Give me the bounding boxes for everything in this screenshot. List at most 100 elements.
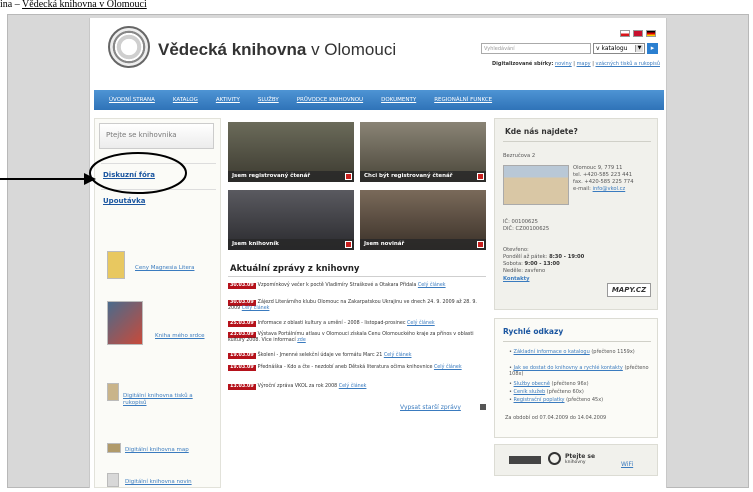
caption-prefix: ina – xyxy=(0,0,23,10)
contact-dic: DIČ: CZ00100625 xyxy=(503,226,550,232)
contact-email: e-mail: info@vkol.cz xyxy=(573,186,626,192)
library-homepage: Vědecká knihovna v Olomouci Vyhledávání … xyxy=(89,18,667,488)
quick-link-item: • Služby obecně (přečteno 96x) xyxy=(509,381,589,387)
arrow-icon[interactable] xyxy=(480,404,486,410)
quick-link[interactable]: Služby obecně xyxy=(514,381,550,387)
contact-ic: IČ: 00100625 xyxy=(503,219,538,225)
nav-item-pruvodce[interactable]: PRŮVODCE KNIHOVNOU xyxy=(288,97,372,103)
news-item: 30.03.09 Vzpomínkový večer k poctě Vladim… xyxy=(228,283,446,289)
sidebar-item-mapy[interactable]: Digitální knihovna map xyxy=(125,447,189,453)
news-link[interactable]: Celý článek xyxy=(407,321,435,326)
quick-link-item: • Ceník služeb (přečteno 60x) xyxy=(509,389,584,395)
quick-link[interactable]: Jak se dostat do knihovny a rychlé konta… xyxy=(514,365,623,371)
contact-street: Bezručova 2 xyxy=(503,153,536,159)
mapy-cz-badge[interactable]: MAPY.CZ xyxy=(607,283,651,297)
nav-item-regionalni[interactable]: REGIONÁLNÍ FUNKCE xyxy=(425,97,501,103)
quick-link-item: • Registrační poplatky (přečteno 45x) xyxy=(509,397,604,403)
nav-item-aktivity[interactable]: AKTIVITY xyxy=(207,97,249,103)
email-link[interactable]: info@vkol.cz xyxy=(593,186,626,192)
digi-link-noviny[interactable]: noviny xyxy=(555,61,572,67)
quick-link[interactable]: Ceník služeb xyxy=(514,389,546,395)
main-navigation: ÚVODNÍ STRANA KATALOG AKTIVITY SLUŽBY PR… xyxy=(94,90,664,110)
nav-item-dokumenty[interactable]: DOKUMENTY xyxy=(372,97,425,103)
contact-tel: tel. +420-585 223 441 xyxy=(573,172,633,178)
arrow-icon[interactable] xyxy=(477,241,484,248)
knihovny-label: knihovny xyxy=(565,460,586,465)
news-link[interactable]: zde xyxy=(297,338,306,343)
document-caption: ina – Vědecká knihovna v Olomouci xyxy=(0,0,753,10)
news-item: 23.03.09 Výstava Portálnímu atlasu v Olom… xyxy=(228,332,474,343)
arrow-icon[interactable] xyxy=(345,173,352,180)
site-name[interactable]: Vědecká knihovna v Olomouci xyxy=(158,40,396,60)
divider xyxy=(503,141,651,142)
kniha-srdce-thumbnail[interactable] xyxy=(107,301,143,345)
divider xyxy=(101,163,216,164)
digitized-collections: Digitalizované sbírky: noviny | mapy | v… xyxy=(492,61,660,67)
opening-weekdays: Pondělí až pátek: 8:30 - 19:00 xyxy=(503,254,585,260)
older-news-link[interactable]: Vypsat starší zprávy xyxy=(400,404,461,411)
nav-item-sluzby[interactable]: SLUŽBY xyxy=(249,97,288,103)
news-link[interactable]: Celý článek xyxy=(242,306,270,311)
contact-fax: fax. +420-585 225 774 xyxy=(573,179,634,185)
news-link[interactable]: Celý článek xyxy=(384,353,412,358)
library-building-photo xyxy=(503,165,569,205)
sidebar-item-tisky[interactable]: Digitální knihovna tisků a rukopisů xyxy=(123,393,215,407)
photo-librarian[interactable]: Jsem knihovník xyxy=(228,190,354,250)
quick-links-box: Rychlé odkazy • Základní informace o kat… xyxy=(494,318,658,438)
news-item: 25.03.09 Informace z oblasti kultury a um… xyxy=(228,321,435,327)
search-go-button[interactable]: ▸ xyxy=(647,43,658,54)
news-link[interactable]: Celý článek xyxy=(434,365,462,370)
german-flag-icon[interactable] xyxy=(646,30,656,37)
sidebar-item-magnesia[interactable]: Ceny Magnesia Litera xyxy=(135,265,194,271)
arrow-icon[interactable] xyxy=(345,241,352,248)
news-item: 19.03.09 Školení - Jmenné selekční údaje … xyxy=(228,353,412,359)
nav-item-uvodni[interactable]: ÚVODNÍ STRANA xyxy=(100,97,164,103)
divider xyxy=(228,276,486,277)
ptejte-label[interactable]: Ptejte se xyxy=(565,453,595,460)
caption-underlined: Vědecká knihovna v Olomouci xyxy=(22,0,147,10)
tisky-thumbnail[interactable] xyxy=(107,383,119,401)
library-logo-icon[interactable] xyxy=(108,26,150,68)
chevron-down-icon[interactable]: ▼ xyxy=(635,45,643,52)
quick-link-item: • Základní informace o katalogu (přečten… xyxy=(509,349,635,355)
right-sidebar: Kde nás najdete? Bezručova 2 Olomouc 9, … xyxy=(494,118,658,488)
photo-journalist[interactable]: Jsem novinář xyxy=(360,190,486,250)
photo-want-register[interactable]: Chci být registrovaný čtenář xyxy=(360,122,486,182)
magnesia-litera-thumbnail[interactable] xyxy=(107,251,125,279)
search-scope-select[interactable]: v katalogu ▼ xyxy=(593,43,645,54)
upoutavka-heading[interactable]: Upoutávka xyxy=(103,197,146,205)
opening-saturday: Sobota: 9:00 - 13:00 xyxy=(503,261,560,267)
news-item: 30.03.09 Zájezd Literárního klubu Olomouc… xyxy=(228,300,477,311)
contacts-link[interactable]: Kontakty xyxy=(503,276,529,283)
arrow-icon[interactable] xyxy=(477,173,484,180)
digi-link-mapy[interactable]: mapy xyxy=(577,61,591,67)
noviny-thumbnail[interactable] xyxy=(107,473,119,487)
english-flag-icon[interactable] xyxy=(633,30,643,37)
contact-city: Olomouc 9, 779 11 xyxy=(573,165,623,171)
search-input[interactable]: Vyhledávání xyxy=(481,43,591,54)
forum-link[interactable]: Diskuzní fóra xyxy=(103,171,155,179)
news-link[interactable]: Celý článek xyxy=(418,283,446,288)
sidebar-item-noviny[interactable]: Digitální knihovna novin xyxy=(125,479,192,485)
main-content: Jsem registrovaný čtenář Chci být regist… xyxy=(228,118,488,488)
digi-link-tisky[interactable]: vzácných tisků a rukopisů xyxy=(596,61,660,67)
left-sidebar: Ptejte se knihovnika Diskuzní fóra Upout… xyxy=(94,118,221,488)
photo-caption: Chci být registrovaný čtenář xyxy=(360,171,486,182)
sidebar-item-kniha-srdce[interactable]: Kniha mého srdce xyxy=(155,333,205,339)
divider xyxy=(503,341,651,342)
quick-link[interactable]: Základní informace o katalogu xyxy=(514,349,590,355)
quick-link-item: • Jak se dostat do knihovny a rychlé kon… xyxy=(509,365,649,377)
opening-sunday: Neděle: zavřeno xyxy=(503,268,546,274)
news-link[interactable]: Celý článek xyxy=(339,384,367,389)
ptejte-logo-icon xyxy=(548,452,561,465)
quick-link[interactable]: Registrační poplatky xyxy=(514,397,565,403)
ask-librarian-box[interactable]: Ptejte se knihovnika xyxy=(99,123,214,149)
divider xyxy=(101,189,216,190)
czech-flag-icon[interactable] xyxy=(620,30,630,37)
wifi-badge-icon[interactable] xyxy=(509,456,541,464)
quick-links-heading: Rychlé odkazy xyxy=(503,327,564,336)
map-thumbnail[interactable] xyxy=(107,443,121,453)
nav-item-katalog[interactable]: KATALOG xyxy=(164,97,207,103)
photo-registered-reader[interactable]: Jsem registrovaný čtenář xyxy=(228,122,354,182)
wifi-link[interactable]: WiFi xyxy=(621,461,633,468)
